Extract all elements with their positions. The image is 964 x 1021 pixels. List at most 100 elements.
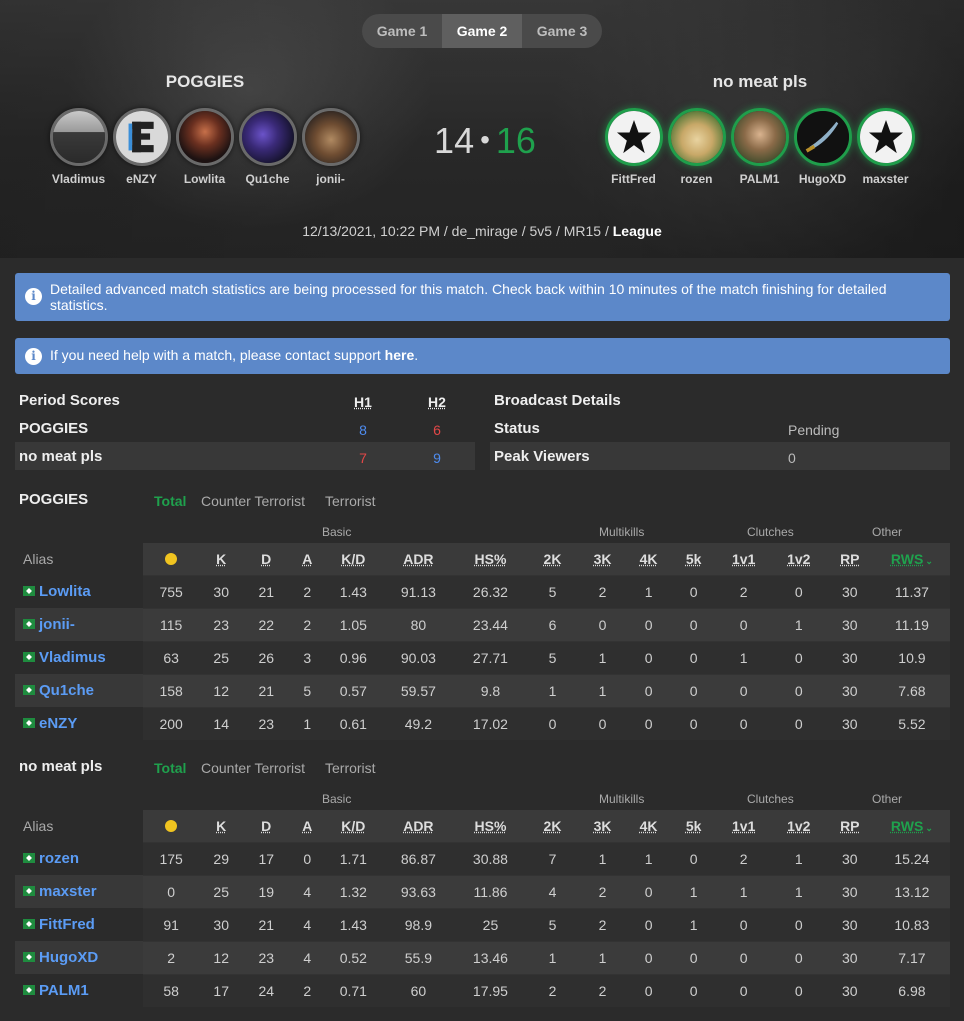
player-card[interactable]: Lowlita [173,108,236,186]
column-header-5k[interactable]: 5k [671,543,716,575]
avatar[interactable] [49,108,108,166]
player-name[interactable]: Vladimus [47,172,110,186]
player-name[interactable]: FittFred [602,172,665,186]
player-alias-cell[interactable]: eNZY [15,707,144,740]
player-card[interactable]: rozen [665,108,728,186]
player-card[interactable]: Qu1che [236,108,299,186]
column-header-rws[interactable]: RWS ⌄ [873,543,950,575]
avatar[interactable] [301,108,360,166]
player-alias-cell[interactable]: Qu1che [15,674,144,707]
player-card[interactable]: FittFred [602,108,665,186]
player-alias-link[interactable]: Qu1che [39,682,94,699]
player-alias-link[interactable]: HugoXD [39,949,98,966]
tab-game-3[interactable]: Game 3 [522,14,602,48]
tab-game-1[interactable]: Game 1 [362,14,442,48]
player-name[interactable]: rozen [665,172,728,186]
column-header-1v2[interactable]: 1v2 [771,543,826,575]
column-header-kd[interactable]: K/D [325,810,382,842]
column-header-1v2[interactable]: 1v2 [771,810,826,842]
avatar[interactable] [175,108,234,166]
player-alias-link[interactable]: rozen [39,850,79,867]
side-tab-counter-terrorist[interactable]: Counter Terrorist [201,760,305,776]
player-card[interactable]: maxster [854,108,917,186]
player-alias-cell[interactable]: FittFred [15,908,144,941]
avatar[interactable] [856,108,915,166]
column-header-k[interactable]: K [199,543,244,575]
country-flag-icon [23,586,35,596]
player-card[interactable]: Vladimus [47,108,110,186]
player-alias-cell[interactable]: jonii- [15,608,144,641]
column-header-kd[interactable]: K/D [325,543,382,575]
player-alias-cell[interactable]: rozen [15,842,144,875]
stat-cell: 30 [825,973,874,1007]
tab-game-2[interactable]: Game 2 [442,14,522,48]
column-header-2k[interactable]: 2K [525,543,580,575]
player-alias-link[interactable]: Lowlita [39,583,91,600]
h2-header[interactable]: H2 [417,394,457,410]
player-name[interactable]: maxster [854,172,917,186]
column-header-4k[interactable]: 4K [625,810,672,842]
avatar[interactable] [667,108,726,166]
column-header-3k[interactable]: 3K [579,810,626,842]
side-tab-terrorist[interactable]: Terrorist [325,760,376,776]
column-header-rp[interactable]: RP [825,543,874,575]
player-alias-cell[interactable]: HugoXD [15,941,144,974]
column-header-3k[interactable]: 3K [579,543,626,575]
avatar[interactable] [730,108,789,166]
team-right-name[interactable]: no meat pls [660,72,860,92]
column-header-k[interactable]: K [199,810,244,842]
column-header-d[interactable]: D [243,543,290,575]
side-tab-counter-terrorist[interactable]: Counter Terrorist [201,493,305,509]
column-header-adr[interactable]: ADR [381,543,456,575]
player-name[interactable]: HugoXD [791,172,854,186]
player-card[interactable]: jonii- [299,108,362,186]
match-type[interactable]: League [613,223,662,239]
column-header-hs[interactable]: HS% [455,543,526,575]
player-name[interactable]: jonii- [299,172,362,186]
column-header-rp[interactable]: RP [825,810,874,842]
player-alias-link[interactable]: jonii- [39,616,75,633]
column-header-alias[interactable]: Alias [15,543,143,575]
avatar[interactable] [604,108,663,166]
player-alias-link[interactable]: Vladimus [39,649,106,666]
column-header-1v1[interactable]: 1v1 [715,810,772,842]
player-alias-link[interactable]: FittFred [39,916,95,933]
support-link[interactable]: here [385,347,415,363]
player-alias-cell[interactable]: Vladimus [15,641,144,674]
stat-cell: 0 [671,607,716,641]
player-card[interactable]: HugoXD [791,108,854,186]
player-alias-link[interactable]: eNZY [39,715,77,732]
column-header-alias[interactable]: Alias [15,810,143,842]
column-header-2k[interactable]: 2K [525,810,580,842]
column-header-4k[interactable]: 4K [625,543,672,575]
column-header-emoji[interactable] [143,543,200,575]
player-name[interactable]: Qu1che [236,172,299,186]
player-card[interactable]: eNZY [110,108,173,186]
avatar[interactable] [793,108,852,166]
player-name[interactable]: eNZY [110,172,173,186]
side-tab-terrorist[interactable]: Terrorist [325,493,376,509]
h1-header[interactable]: H1 [343,394,383,410]
team-left-name[interactable]: POGGIES [105,72,305,92]
column-header-adr[interactable]: ADR [381,810,456,842]
player-name[interactable]: Lowlita [173,172,236,186]
column-header-d[interactable]: D [243,810,290,842]
player-alias-cell[interactable]: PALM1 [15,974,144,1007]
player-alias-cell[interactable]: maxster [15,875,144,908]
column-header-1v1[interactable]: 1v1 [715,543,772,575]
player-alias-link[interactable]: maxster [39,883,97,900]
avatar[interactable] [238,108,297,166]
column-header-hs[interactable]: HS% [455,810,526,842]
avatar[interactable] [112,108,171,166]
side-tab-total[interactable]: Total [154,493,186,509]
column-header-a[interactable]: A [289,543,326,575]
player-name[interactable]: PALM1 [728,172,791,186]
player-alias-link[interactable]: PALM1 [39,982,89,999]
side-tab-total[interactable]: Total [154,760,186,776]
column-header-a[interactable]: A [289,810,326,842]
column-header-5k[interactable]: 5k [671,810,716,842]
column-header-rws[interactable]: RWS ⌄ [873,810,950,842]
player-alias-cell[interactable]: Lowlita [15,575,144,608]
player-card[interactable]: PALM1 [728,108,791,186]
column-header-emoji[interactable] [143,810,200,842]
